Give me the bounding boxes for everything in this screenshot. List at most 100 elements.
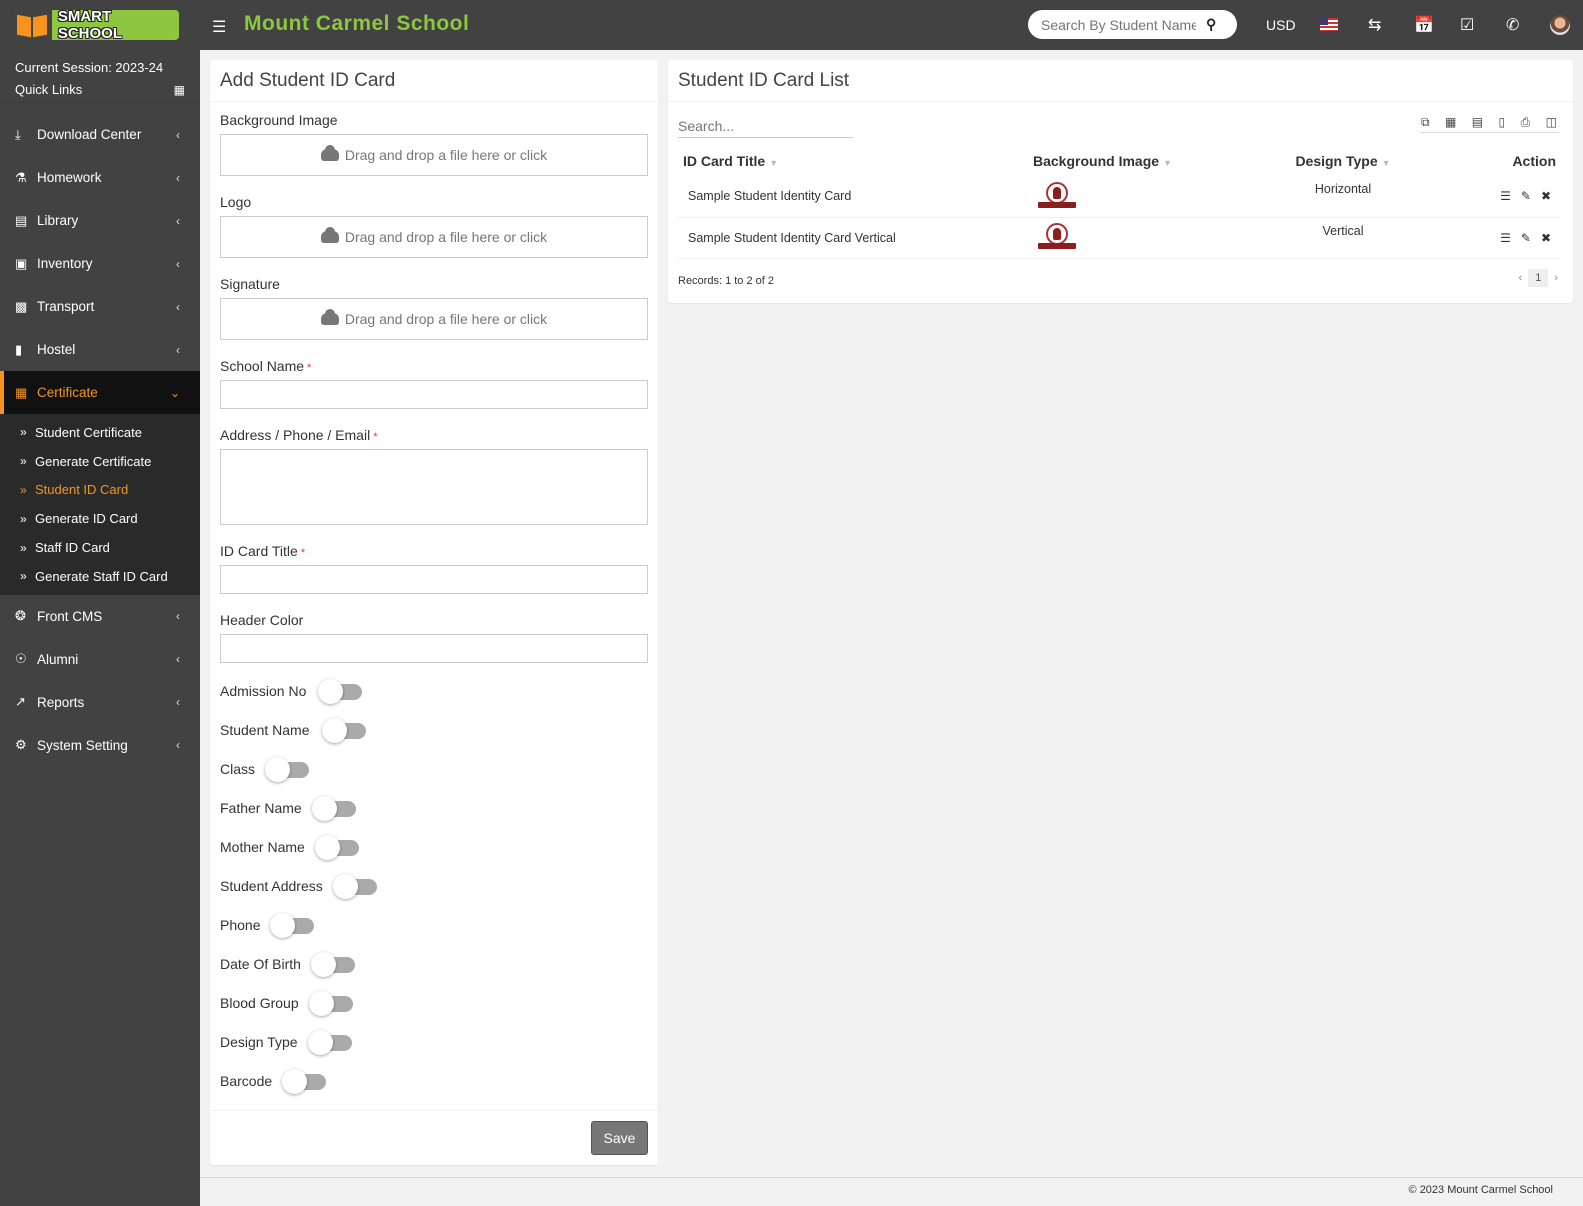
sidebar-item-front-cms[interactable]: ❂ Front CMS ‹ [0,595,200,638]
background-image-dropzone[interactable]: Drag and drop a file here or click [220,134,648,176]
submenu-staff-id-card[interactable]: » Staff ID Card [0,533,200,562]
column-header-title[interactable]: ID Card Title ▼ [678,146,1028,176]
table-search-input[interactable] [678,115,853,138]
page-number[interactable]: 1 [1528,269,1549,287]
submenu-generate-id-card[interactable]: » Generate ID Card [0,504,200,533]
toggle-row-date-of-birth: Date Of Birth [220,944,648,983]
school-name: Mount Carmel School [244,12,470,35]
form-footer: Save [210,1110,658,1165]
prev-page-icon[interactable]: ‹ [1519,272,1523,284]
column-header-background[interactable]: Background Image ▼ [1028,146,1258,176]
design-type-toggle[interactable] [307,1029,352,1055]
print-icon[interactable]: ⎙ [1521,115,1531,132]
us-flag-icon[interactable] [1320,18,1338,31]
submenu-generate-certificate[interactable]: » Generate Certificate [0,447,200,476]
user-avatar[interactable] [1550,15,1570,35]
submenu-student-certificate[interactable]: » Student Certificate [0,418,200,447]
toggle-label: Design Type [220,1033,298,1050]
submenu-generate-staff-id-card[interactable]: » Generate Staff ID Card [0,562,200,591]
sidebar-item-label: Alumni [37,651,79,667]
next-page-icon[interactable]: › [1554,272,1558,284]
delete-icon[interactable]: ✖ [1541,231,1551,245]
search-icon[interactable]: ⚲ [1206,16,1216,33]
toggle-label: Student Address [220,877,323,894]
toggle-label: Class [220,760,256,777]
submenu-label: Student Certificate [35,424,142,440]
column-label: Design Type [1295,153,1378,169]
grid-icon[interactable]: ▦ [174,83,185,97]
id-card-table: ID Card Title ▼ Background Image ▼ Design … [678,146,1561,259]
chevron-left-icon: ‹ [176,127,180,142]
mother-name-toggle[interactable] [314,834,359,860]
book-icon: ▤ [15,212,28,228]
sidebar-item-homework[interactable]: ⚗ Homework ‹ [0,156,200,199]
header-color-input[interactable] [220,634,648,663]
column-label: Background Image [1033,153,1160,169]
student-search-input[interactable] [1041,16,1196,33]
edit-icon[interactable]: ✎ [1521,231,1531,245]
session-box: Current Session: 2023-24 Quick Links ▦ [0,50,200,103]
id-card-list-panel: Student ID Card List ⧉ ▦ ▤ ▯ ⎙ ◫ ID Card… [668,60,1573,303]
view-icon[interactable]: ☰ [1500,231,1511,245]
sidebar-item-alumni[interactable]: ☉ Alumni ‹ [0,638,200,681]
book-logo-icon [14,10,52,40]
edit-icon[interactable]: ✎ [1521,189,1531,203]
logo-dropzone[interactable]: Drag and drop a file here or click [220,216,648,258]
father-name-toggle[interactable] [311,795,356,821]
table-row: Sample Student Identity Card Horizontal … [678,176,1561,218]
certificate-submenu: » Student Certificate » Generate Certifica… [0,414,200,595]
sidebar-item-system-setting[interactable]: ⚙ System Setting ‹ [0,724,200,767]
check-square-icon[interactable]: ☑ [1460,15,1474,35]
submenu-label: Generate ID Card [35,511,138,527]
toggle-row-barcode: Barcode [220,1061,648,1100]
address-textarea[interactable] [220,449,648,525]
dropzone-text: Drag and drop a file here or click [344,229,548,245]
certificate-icon: ▦ [15,384,28,400]
calendar-icon[interactable]: 📅 [1414,15,1434,35]
columns-icon[interactable]: ◫ [1546,115,1557,132]
toggle-row-phone: Phone [220,905,648,944]
submenu-student-id-card[interactable]: » Student ID Card [0,476,200,505]
barcode-toggle[interactable] [282,1068,327,1094]
cloud-upload-icon [320,145,339,161]
app-logo[interactable]: SMART SCHOOL [14,10,179,40]
exchange-icon[interactable]: ⇆ [1368,15,1381,35]
quick-links-label[interactable]: Quick Links [15,82,82,97]
csv-icon[interactable]: ▤ [1472,115,1483,132]
sidebar-item-hostel[interactable]: ▮ Hostel ‹ [0,328,200,371]
sidebar-item-download-center[interactable]: ⤓ Download Center ‹ [0,113,200,156]
sidebar-item-transport[interactable]: ▩ Transport ‹ [0,285,200,328]
sidebar-item-library[interactable]: ▤ Library ‹ [0,199,200,242]
signature-dropzone[interactable]: Drag and drop a file here or click [220,298,648,340]
student-name-toggle[interactable] [321,717,366,743]
copy-icon[interactable]: ⧉ [1421,115,1430,132]
table-row: Sample Student Identity Card Vertical Ve… [678,217,1561,259]
inventory-icon: ▣ [15,255,28,271]
id-card-title-input[interactable] [220,565,648,594]
pdf-icon[interactable]: ▯ [1499,115,1506,132]
dropzone-text: Drag and drop a file here or click [344,311,548,327]
current-session[interactable]: Current Session: 2023-24 [15,60,185,75]
sidebar-item-reports[interactable]: ↗ Reports ‹ [0,681,200,724]
school-name-input[interactable] [220,380,648,409]
save-button[interactable]: Save [591,1121,648,1155]
class-toggle[interactable] [265,756,310,782]
chevron-left-icon: ‹ [176,256,180,271]
student-address-toggle[interactable] [332,873,377,899]
date-of-birth-toggle[interactable] [310,951,355,977]
blood-group-toggle[interactable] [308,990,353,1016]
admission-no-toggle[interactable] [318,678,363,704]
sidebar-item-inventory[interactable]: ▣ Inventory ‹ [0,242,200,285]
logo-text: SMART SCHOOL [57,10,123,40]
add-id-card-form: Background Image Drag and drop a file he… [210,102,658,1100]
column-header-design-type[interactable]: Design Type ▼ [1258,146,1428,176]
toggle-row-father-name: Father Name [220,788,648,827]
excel-icon[interactable]: ▦ [1445,115,1456,132]
view-icon[interactable]: ☰ [1500,189,1511,203]
delete-icon[interactable]: ✖ [1541,189,1551,203]
phone-toggle[interactable] [270,912,315,938]
whatsapp-icon[interactable]: ✆ [1506,15,1519,35]
currency-selector[interactable]: USD [1266,17,1296,33]
sidebar-item-certificate[interactable]: ▦ Certificate ⌄ [0,371,200,414]
menu-toggle-icon[interactable]: ☰ [212,17,226,37]
